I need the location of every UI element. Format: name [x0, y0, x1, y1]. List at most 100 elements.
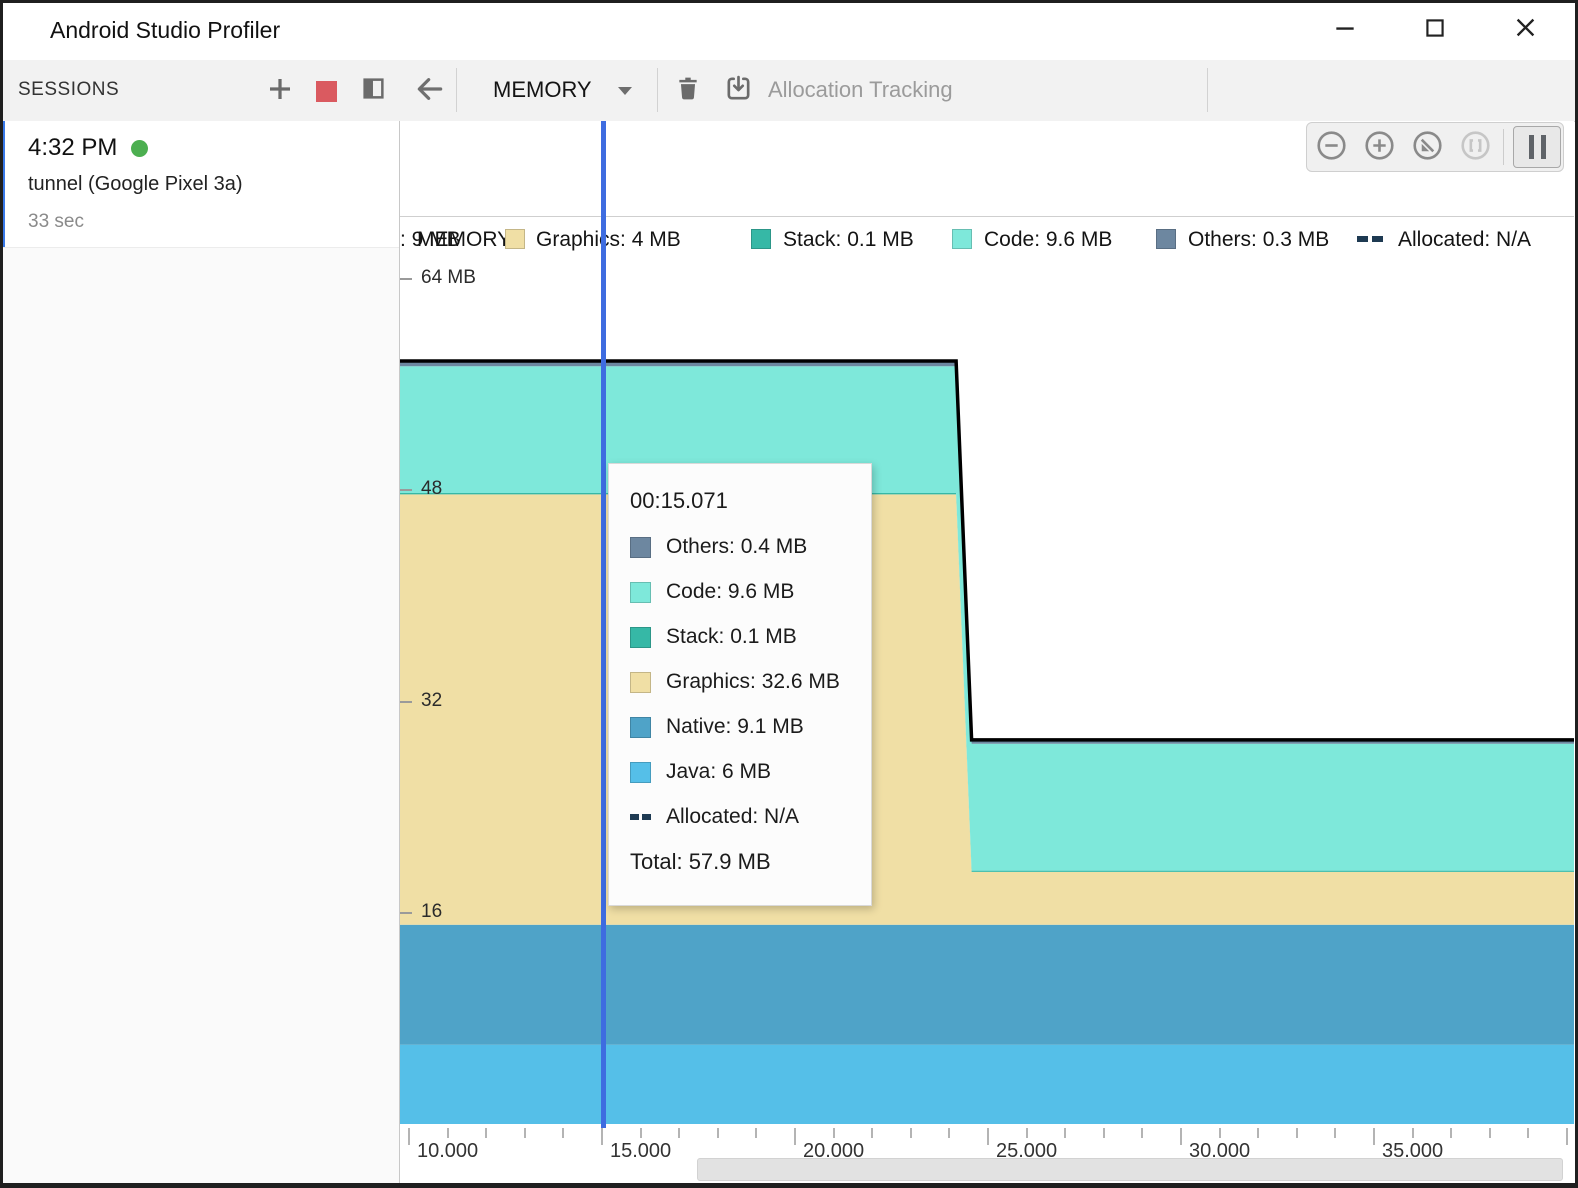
minimize-button[interactable]: [1320, 6, 1370, 54]
x-tick: [1257, 1128, 1259, 1138]
tooltip-row-native: Native: 9.1 MB: [630, 714, 871, 740]
x-tick: [601, 1128, 603, 1145]
collapse-sessions-button[interactable]: [355, 73, 391, 109]
legend-dash-allocated: [1372, 236, 1383, 242]
add-session-button[interactable]: [262, 73, 298, 109]
tooltip-row-allocated: Allocated: N/A: [630, 804, 871, 830]
swatch-stack: [630, 627, 651, 648]
x-tick: [1450, 1128, 1452, 1138]
swatch-java: [630, 762, 651, 783]
x-tick: [408, 1128, 410, 1145]
y-tick: [400, 701, 412, 703]
memory-chart-panel[interactable]: : 9 MB MEMORY Graphics: 4 MB Stack: 0.1 …: [400, 121, 1574, 1183]
y-tick: [400, 912, 412, 914]
tooltip-row-others: Others: 0.4 MB: [630, 534, 871, 560]
x-tick: [794, 1128, 796, 1145]
x-tick: [1064, 1128, 1066, 1138]
x-tick: [1141, 1128, 1143, 1138]
tooltip-row-java: Java: 6 MB: [630, 759, 871, 785]
sessions-header: SESSIONS: [18, 60, 119, 120]
tooltip-row-stack: Stack: 0.1 MB: [630, 624, 871, 650]
close-button[interactable]: [1500, 6, 1550, 54]
toolbar-separator: [1207, 68, 1208, 112]
maximize-icon: [1422, 15, 1448, 46]
swatch-native: [630, 717, 651, 738]
x-tick-label: 10.000: [417, 1140, 478, 1163]
close-icon: [1512, 14, 1539, 46]
session-selected-accent: [0, 121, 5, 247]
delete-button[interactable]: [670, 73, 706, 109]
window-title: Android Studio Profiler: [50, 0, 280, 60]
zoom-to-selection-icon: [1459, 129, 1492, 167]
legend-swatch-graphics: [505, 229, 525, 249]
x-tick: [755, 1128, 757, 1138]
legend-swatch-others: [1156, 229, 1176, 249]
export-button[interactable]: [720, 73, 756, 109]
x-tick: [1103, 1128, 1105, 1138]
x-tick: [447, 1128, 449, 1138]
zoom-to-selection-button[interactable]: [1458, 131, 1492, 165]
x-tick-label: 15.000: [610, 1140, 671, 1163]
x-tick: [948, 1128, 950, 1138]
toolbar: SESSIONS MEMORY Allocation Tracking Samp…: [0, 60, 1578, 122]
y-tick-label: 64 MB: [421, 267, 476, 289]
zoom-out-button[interactable]: [1314, 131, 1348, 165]
zoom-in-button[interactable]: [1362, 131, 1396, 165]
y-tick: [400, 278, 412, 280]
x-tick: [910, 1128, 912, 1138]
x-tick: [833, 1128, 835, 1138]
legend-dash-allocated: [1357, 236, 1368, 242]
x-tick: [1180, 1128, 1182, 1145]
legend-item-code: Code: 9.6 MB: [984, 217, 1112, 262]
reset-zoom-button[interactable]: [1410, 131, 1444, 165]
x-tick: [562, 1128, 564, 1138]
swatch-others: [630, 537, 651, 558]
legend-item-graphics: Graphics: 4 MB: [536, 217, 681, 262]
horizontal-scrollbar-thumb[interactable]: [697, 1158, 1563, 1181]
memory-chart-svg: [400, 262, 1574, 1128]
x-tick: [1296, 1128, 1298, 1138]
circle-plus-icon: [1363, 129, 1396, 167]
x-tick: [1412, 1128, 1414, 1138]
pause-icon: [1529, 135, 1534, 159]
legend-item-allocated: Allocated: N/A: [1398, 217, 1531, 262]
x-tick: [1489, 1128, 1491, 1138]
chevron-down-icon: [618, 87, 632, 95]
collapse-panel-icon: [361, 76, 386, 106]
x-tick: [1026, 1128, 1028, 1138]
session-device: tunnel (Google Pixel 3a): [28, 173, 243, 196]
legend-swatch-stack: [751, 229, 771, 249]
legend-item-others: Others: 0.3 MB: [1188, 217, 1329, 262]
pause-button[interactable]: [1513, 126, 1561, 168]
session-live-dot-icon: [131, 140, 148, 157]
x-tick: [678, 1128, 680, 1138]
x-tick: [524, 1128, 526, 1138]
toolbar-separator: [456, 68, 457, 112]
maximize-button[interactable]: [1410, 6, 1460, 54]
selection-line: [601, 121, 606, 1128]
toolbar-separator: [657, 68, 658, 112]
session-time: 4:32 PM: [28, 134, 117, 162]
legend-swatch-code: [952, 229, 972, 249]
stop-icon: [316, 81, 337, 102]
x-tick: [1373, 1128, 1375, 1145]
zoom-controls: [1306, 122, 1564, 172]
x-tick: [1527, 1128, 1529, 1138]
x-tick: [640, 1128, 642, 1138]
swatch-code: [630, 582, 651, 603]
session-item[interactable]: 4:32 PM tunnel (Google Pixel 3a) 33 sec: [0, 121, 399, 248]
export-tray-icon: [724, 74, 753, 108]
tooltip-row-graphics: Graphics: 32.6 MB: [630, 669, 871, 695]
y-tick-label: 48: [421, 478, 442, 500]
legend-item-stack: Stack: 0.1 MB: [783, 217, 914, 262]
x-tick: [1219, 1128, 1221, 1138]
view-selector-label: MEMORY: [493, 60, 592, 120]
y-tick-label: 32: [421, 690, 442, 712]
tooltip-total: Total: 57.9 MB: [630, 849, 871, 875]
stop-session-button[interactable]: [308, 73, 344, 109]
tooltip-row-code: Code: 9.6 MB: [630, 579, 871, 605]
trash-icon: [675, 75, 701, 107]
back-button[interactable]: [412, 73, 448, 109]
sessions-panel: 4:32 PM tunnel (Google Pixel 3a) 33 sec: [0, 121, 400, 1183]
chart-title-memory: MEMORY: [417, 217, 511, 262]
